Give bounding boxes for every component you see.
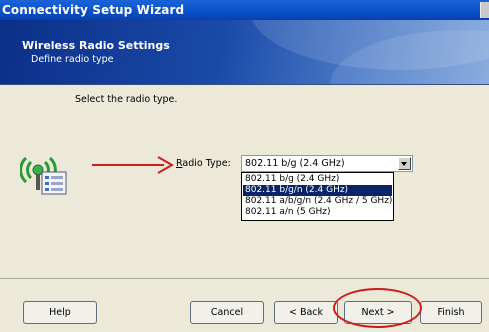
- radio-type-option[interactable]: 802.11 a/n (5 GHz): [243, 207, 392, 218]
- dropdown-arrow-icon[interactable]: [398, 157, 411, 170]
- title-bar: Connectivity Setup Wizard: [0, 0, 489, 20]
- wizard-header: Wireless Radio Settings Define radio typ…: [0, 20, 489, 85]
- radio-type-option-highlighted[interactable]: 802.11 b/g/n (2.4 GHz): [243, 185, 392, 196]
- page-title: Wireless Radio Settings: [22, 39, 170, 52]
- wireless-router-icon: [20, 156, 67, 195]
- radio-type-options-list[interactable]: 802.11 b/g (2.4 GHz) 802.11 b/g/n (2.4 G…: [241, 172, 394, 221]
- annotation-circle: [333, 288, 422, 328]
- radio-type-option[interactable]: 802.11 a/b/g/n (2.4 GHz / 5 GHz): [243, 196, 392, 207]
- radio-type-option[interactable]: 802.11 b/g (2.4 GHz): [243, 174, 392, 185]
- instruction-text: Select the radio type.: [75, 94, 178, 105]
- radio-type-select[interactable]: 802.11 b/g (2.4 GHz): [241, 155, 413, 172]
- back-button[interactable]: < Back: [274, 301, 338, 324]
- window-title: Connectivity Setup Wizard: [2, 3, 185, 17]
- radio-type-value: 802.11 b/g (2.4 GHz): [245, 158, 345, 169]
- cancel-button[interactable]: Cancel: [190, 301, 264, 324]
- page-subtitle: Define radio type: [31, 54, 114, 65]
- annotation-arrow: [92, 156, 175, 174]
- radio-type-label: Radio Type:: [176, 158, 231, 169]
- close-icon[interactable]: [480, 2, 489, 18]
- finish-button[interactable]: Finish: [420, 301, 482, 324]
- help-button[interactable]: Help: [23, 301, 97, 324]
